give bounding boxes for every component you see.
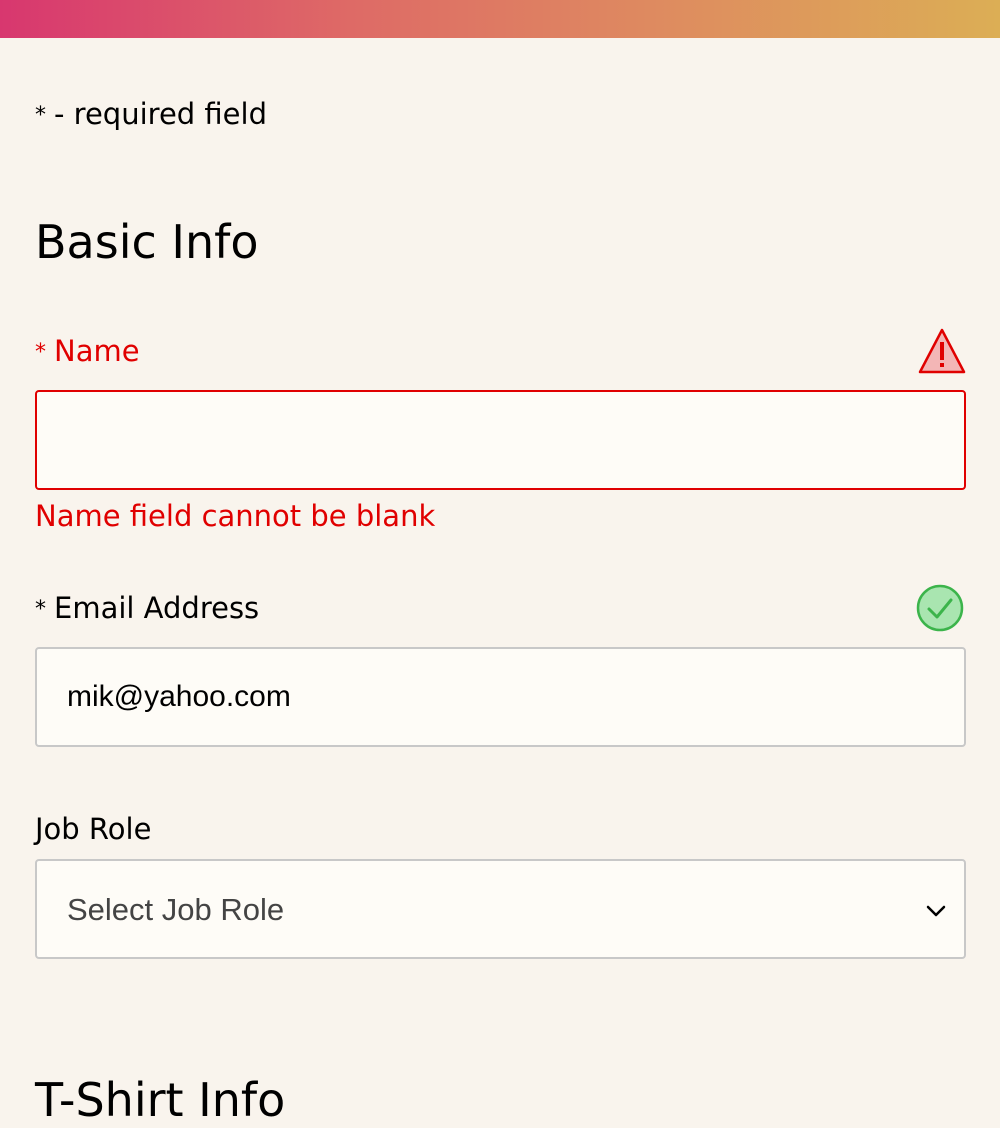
chevron-down-icon: [926, 905, 946, 917]
required-asterisk: *: [35, 597, 46, 622]
required-asterisk: *: [35, 340, 46, 365]
required-note-text: - required field: [54, 97, 267, 131]
email-label-text: Email Address: [54, 591, 260, 625]
name-error-message: Name field cannot be blank: [35, 499, 436, 533]
job-role-select[interactable]: Select Job Role: [35, 859, 966, 959]
section-title-basic-info: Basic Info: [35, 215, 259, 269]
name-label-text: Name: [54, 334, 140, 368]
warning-triangle-icon: [918, 328, 966, 374]
checkmark-circle-icon: [916, 584, 964, 632]
name-label: * Name: [35, 333, 140, 371]
email-input[interactable]: [35, 647, 966, 747]
required-asterisk: *: [35, 103, 46, 128]
name-input[interactable]: [35, 390, 966, 490]
job-role-label: Job Role: [35, 812, 152, 846]
job-role-selected-value: Select Job Role: [67, 892, 285, 927]
section-title-tshirt-info: T-Shirt Info: [35, 1073, 286, 1127]
top-gradient-bar: [0, 0, 1000, 38]
email-label: * Email Address: [35, 590, 259, 628]
required-field-note: * - required field: [35, 96, 267, 134]
